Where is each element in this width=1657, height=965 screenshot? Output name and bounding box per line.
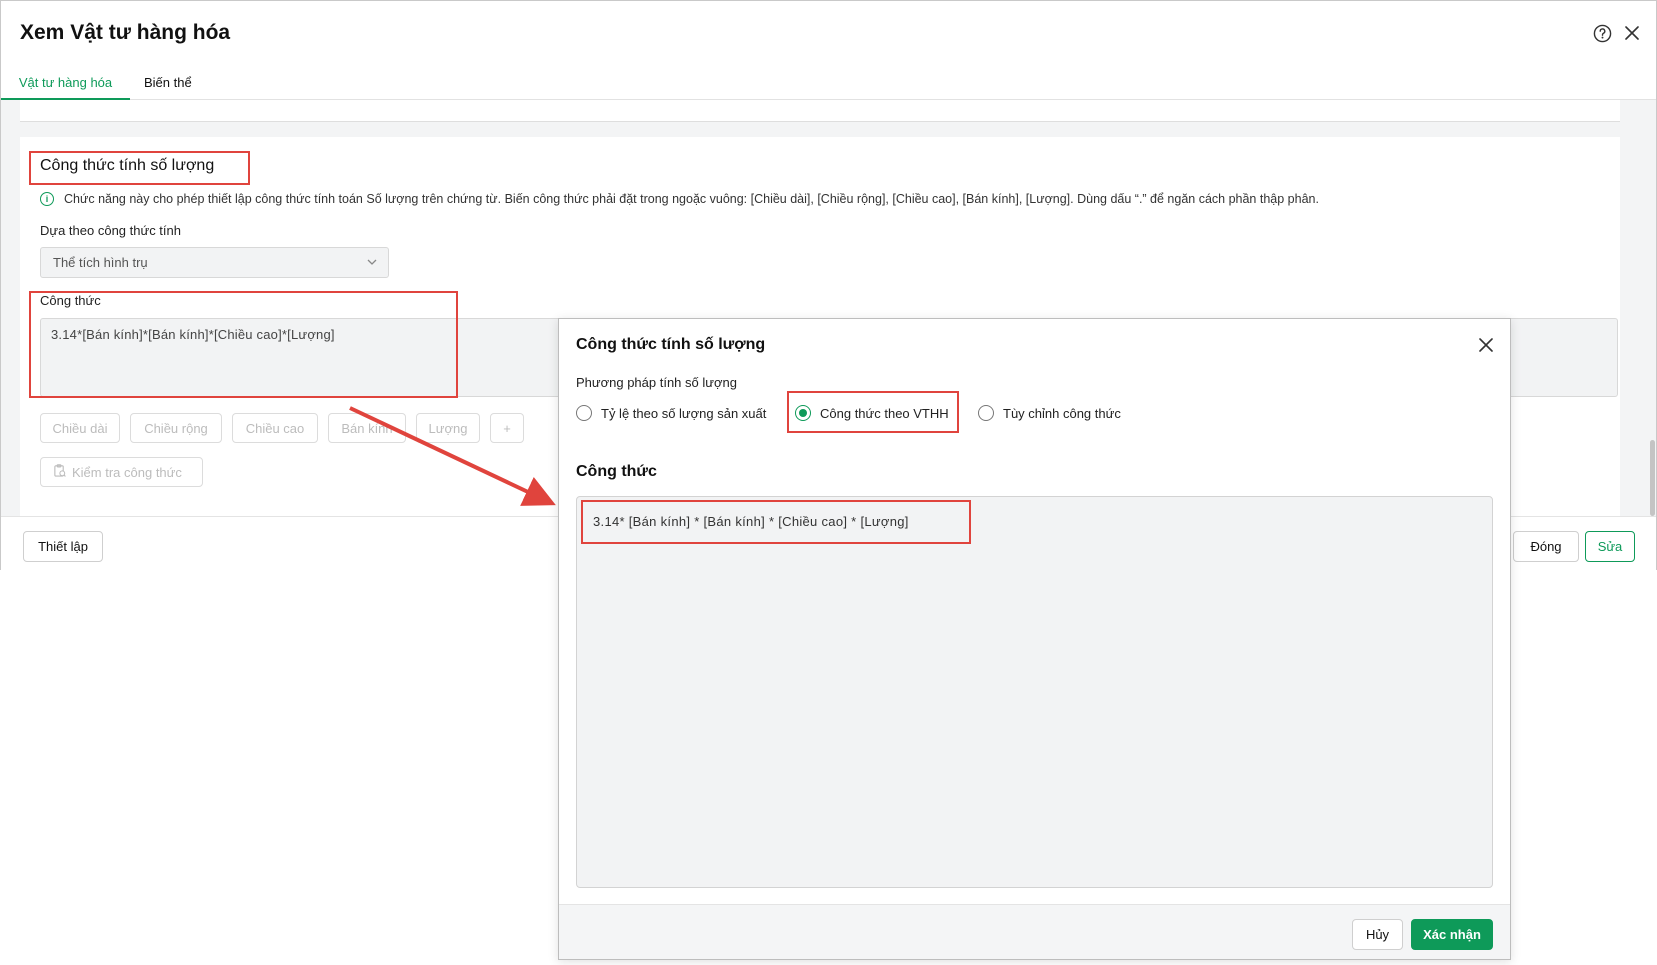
scrollbar-thumb[interactable] (1650, 440, 1655, 516)
dialog-title: Công thức tính số lượng (576, 336, 766, 353)
cancel-button[interactable]: Hủy (1352, 919, 1403, 950)
chip-chieu-dai[interactable]: Chiều dài (40, 413, 120, 443)
based-on-value: Thể tích hình trụ (53, 255, 148, 270)
info-text: Chức năng này cho phép thiết lập công th… (64, 192, 1319, 206)
close-button[interactable]: Đóng (1513, 531, 1579, 562)
tab-vat-tu-hang-hoa[interactable]: Vật tư hàng hóa (1, 74, 130, 100)
radio-label: Tỷ lệ theo số lượng sản xuất (601, 405, 767, 421)
close-icon[interactable] (1622, 23, 1642, 43)
tab-bar: Vật tư hàng hóa Biến thể (1, 71, 1656, 100)
radio-cong-thuc-vthh[interactable]: Công thức theo VTHH (795, 405, 949, 421)
dialog-formula-label: Công thức (576, 463, 657, 480)
tab-bien-the[interactable]: Biến thể (144, 74, 192, 100)
page-title: Xem Vật tư hàng hóa (20, 21, 231, 44)
dialog-footer: Hủy Xác nhận (559, 904, 1510, 959)
info-icon: i (40, 192, 54, 206)
chip-chieu-rong[interactable]: Chiều rộng (130, 413, 222, 443)
chevron-down-icon (366, 256, 378, 271)
previous-section-card (20, 100, 1620, 122)
radio-label: Tùy chỉnh công thức (1003, 405, 1121, 421)
radio-tuy-chinh[interactable]: Tùy chỉnh công thức (978, 405, 1121, 421)
radio-circle-checked[interactable] (795, 405, 811, 421)
clipboard-check-icon (53, 464, 66, 480)
section-title: Công thức tính số lượng (40, 157, 215, 174)
radio-circle[interactable] (978, 405, 994, 421)
chip-ban-kinh[interactable]: Bán kính (328, 413, 406, 443)
chip-luong[interactable]: Lượng (416, 413, 480, 443)
confirm-button[interactable]: Xác nhận (1411, 919, 1493, 950)
setup-button[interactable]: Thiết lập (23, 531, 103, 562)
formula-dialog: Công thức tính số lượng Phương pháp tính… (558, 318, 1511, 960)
chip-chieu-cao[interactable]: Chiều cao (232, 413, 318, 443)
radio-circle[interactable] (576, 405, 592, 421)
based-on-select[interactable]: Thể tích hình trụ (40, 247, 389, 278)
chip-plus[interactable]: + (490, 413, 524, 443)
help-icon[interactable] (1592, 23, 1612, 43)
dialog-formula-textarea[interactable]: 3.14* [Bán kính] * [Bán kính] * [Chiều c… (576, 496, 1493, 888)
method-label: Phương pháp tính số lượng (576, 375, 737, 390)
info-line: i Chức năng này cho phép thiết lập công … (40, 192, 1319, 206)
dialog-close-icon[interactable] (1477, 336, 1495, 354)
formula-label: Công thức (40, 293, 101, 308)
radio-label: Công thức theo VTHH (820, 405, 949, 421)
based-on-label: Dựa theo công thức tính (40, 223, 181, 238)
check-formula-label: Kiểm tra công thức (72, 464, 182, 480)
radio-ty-le-san-xuat[interactable]: Tỷ lệ theo số lượng sản xuất (576, 405, 766, 421)
edit-button[interactable]: Sửa (1585, 531, 1635, 562)
check-formula-button[interactable]: Kiểm tra công thức (40, 457, 203, 487)
